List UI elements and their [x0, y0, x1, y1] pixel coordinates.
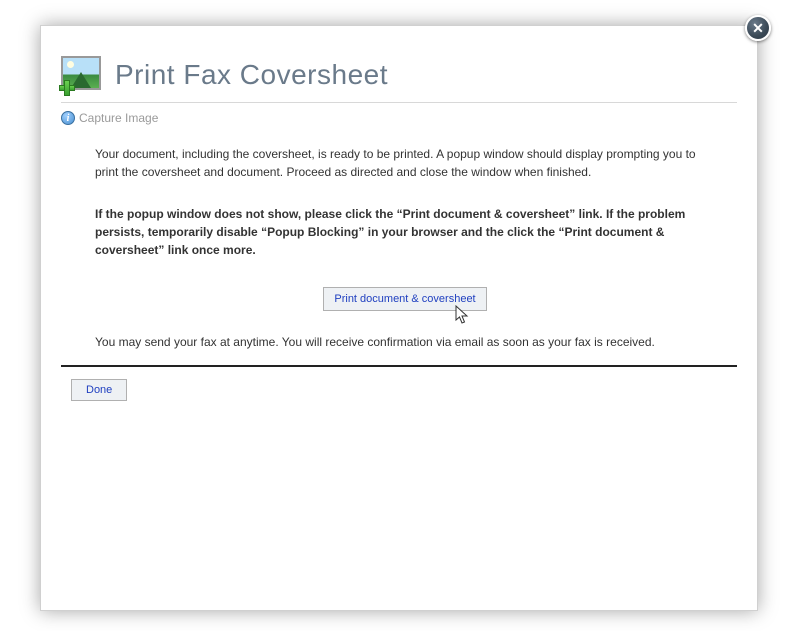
info-icon: i [61, 111, 75, 125]
content-area: Your document, including the coversheet,… [61, 135, 737, 351]
intro-paragraph: Your document, including the coversheet,… [95, 145, 715, 181]
done-button[interactable]: Done [71, 379, 127, 401]
print-document-button[interactable]: Print document & coversheet [323, 287, 486, 311]
page-title: Print Fax Coversheet [115, 59, 388, 91]
instruction-paragraph: If the popup window does not show, pleas… [95, 205, 715, 259]
confirmation-paragraph: You may send your fax at anytime. You wi… [95, 333, 715, 351]
subheader: i Capture Image [61, 109, 737, 135]
picture-add-icon [61, 56, 103, 94]
subheader-text: Capture Image [79, 111, 158, 125]
footer: Done [61, 379, 737, 401]
close-button[interactable] [745, 15, 771, 41]
modal-dialog: Print Fax Coversheet i Capture Image You… [40, 25, 758, 611]
divider [61, 365, 737, 367]
print-button-wrap: Print document & coversheet [95, 287, 715, 311]
header: Print Fax Coversheet [61, 56, 737, 103]
